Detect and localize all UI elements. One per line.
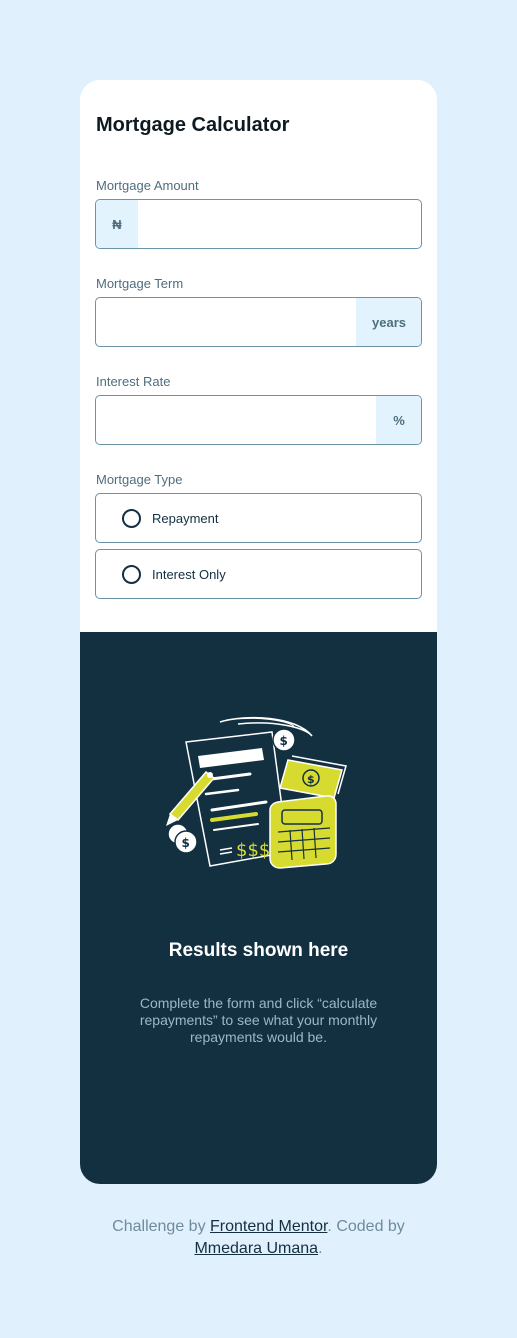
currency-prefix: ₦ xyxy=(96,200,138,248)
svg-text:$: $ xyxy=(307,773,315,786)
years-suffix: years xyxy=(356,298,421,346)
radio-repayment-label: Repayment xyxy=(152,511,219,526)
interest-rate-label: Interest Rate xyxy=(96,374,171,389)
mortgage-amount-field: ₦ xyxy=(95,199,422,249)
results-title: Results shown here xyxy=(168,940,349,961)
calculator-illustration-icon: $$$ $ $ $ xyxy=(166,716,347,869)
mortgage-amount-label: Mortgage Amount xyxy=(96,178,199,193)
mortgage-term-field: years xyxy=(95,297,422,347)
radio-circle-icon xyxy=(122,565,141,584)
svg-text:$: $ xyxy=(182,836,190,850)
attribution-footer: Challenge by Frontend Mentor. Coded by M… xyxy=(60,1216,457,1260)
calculator-card: Mortgage Calculator Mortgage Amount ₦ Mo… xyxy=(80,80,437,1184)
footer-prefix: Challenge by xyxy=(112,1218,211,1235)
radio-interest-only-label: Interest Only xyxy=(152,567,226,582)
interest-rate-input[interactable] xyxy=(96,396,376,444)
footer-suffix: . xyxy=(318,1240,323,1257)
page-title: Mortgage Calculator xyxy=(96,114,290,136)
radio-interest-only[interactable]: Interest Only xyxy=(95,549,422,599)
mortgage-amount-input[interactable] xyxy=(138,200,421,248)
svg-text:$$$: $$$ xyxy=(236,840,270,861)
mortgage-term-input[interactable] xyxy=(96,298,356,346)
frontend-mentor-link[interactable]: Frontend Mentor xyxy=(210,1218,327,1235)
results-panel: $$$ $ $ $ Results shown here Complete th… xyxy=(80,632,437,1184)
interest-rate-field: % xyxy=(95,395,422,445)
percent-suffix: % xyxy=(376,396,421,444)
svg-text:$: $ xyxy=(280,734,288,748)
radio-circle-icon xyxy=(122,509,141,528)
author-link[interactable]: Mmedara Umana xyxy=(194,1240,318,1257)
form-section: Mortgage Calculator Mortgage Amount ₦ Mo… xyxy=(80,80,437,632)
mortgage-type-label: Mortgage Type xyxy=(96,472,183,487)
radio-repayment[interactable]: Repayment xyxy=(95,493,422,543)
footer-middle: . Coded by xyxy=(327,1218,405,1235)
results-description: Complete the form and click “calculate r… xyxy=(139,995,378,1045)
mortgage-term-label: Mortgage Term xyxy=(96,276,184,291)
